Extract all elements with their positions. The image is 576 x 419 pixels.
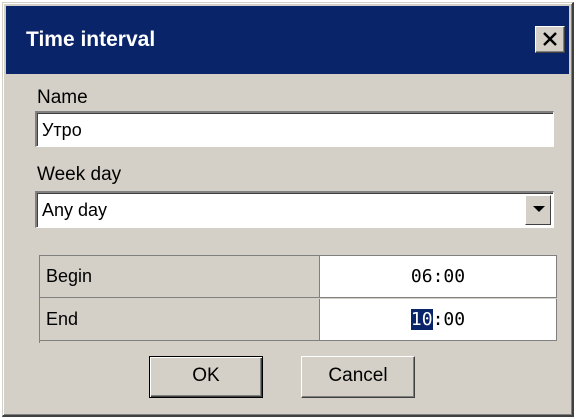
ok-button[interactable]: OK xyxy=(149,356,263,398)
end-label: End xyxy=(46,309,79,329)
time-grid: Begin 06:00 End 10:00 xyxy=(39,255,557,343)
begin-time-value: 06:00 xyxy=(410,266,466,287)
chevron-down-icon xyxy=(533,206,545,212)
begin-label-cell: Begin xyxy=(40,256,320,298)
close-icon xyxy=(543,32,557,46)
week-day-label: Week day xyxy=(37,164,122,185)
end-row: End 10:00 xyxy=(40,299,557,342)
title-bar[interactable]: Time interval xyxy=(6,6,569,74)
time-interval-dialog: Time interval Name Утро Week day Any day… xyxy=(2,2,574,417)
week-day-select[interactable]: Any day xyxy=(35,191,554,228)
end-time-hours-selected[interactable]: 10 xyxy=(410,309,433,330)
week-day-dropdown-button[interactable] xyxy=(525,195,551,225)
close-button[interactable] xyxy=(535,26,565,53)
window-title: Time interval xyxy=(26,28,156,51)
end-label-cell: End xyxy=(40,299,320,341)
name-label: Name xyxy=(37,87,88,108)
begin-time-input[interactable]: 06:00 xyxy=(320,256,557,298)
week-day-selected-value: Any day xyxy=(42,200,108,220)
name-input[interactable]: Утро xyxy=(35,111,554,147)
begin-row: Begin 06:00 xyxy=(40,256,557,299)
name-input-value: Утро xyxy=(42,120,82,140)
end-time-input[interactable]: 10:00 xyxy=(320,299,557,341)
begin-label: Begin xyxy=(46,266,93,286)
cancel-button[interactable]: Cancel xyxy=(301,356,415,398)
end-time-minutes: :00 xyxy=(432,309,466,330)
